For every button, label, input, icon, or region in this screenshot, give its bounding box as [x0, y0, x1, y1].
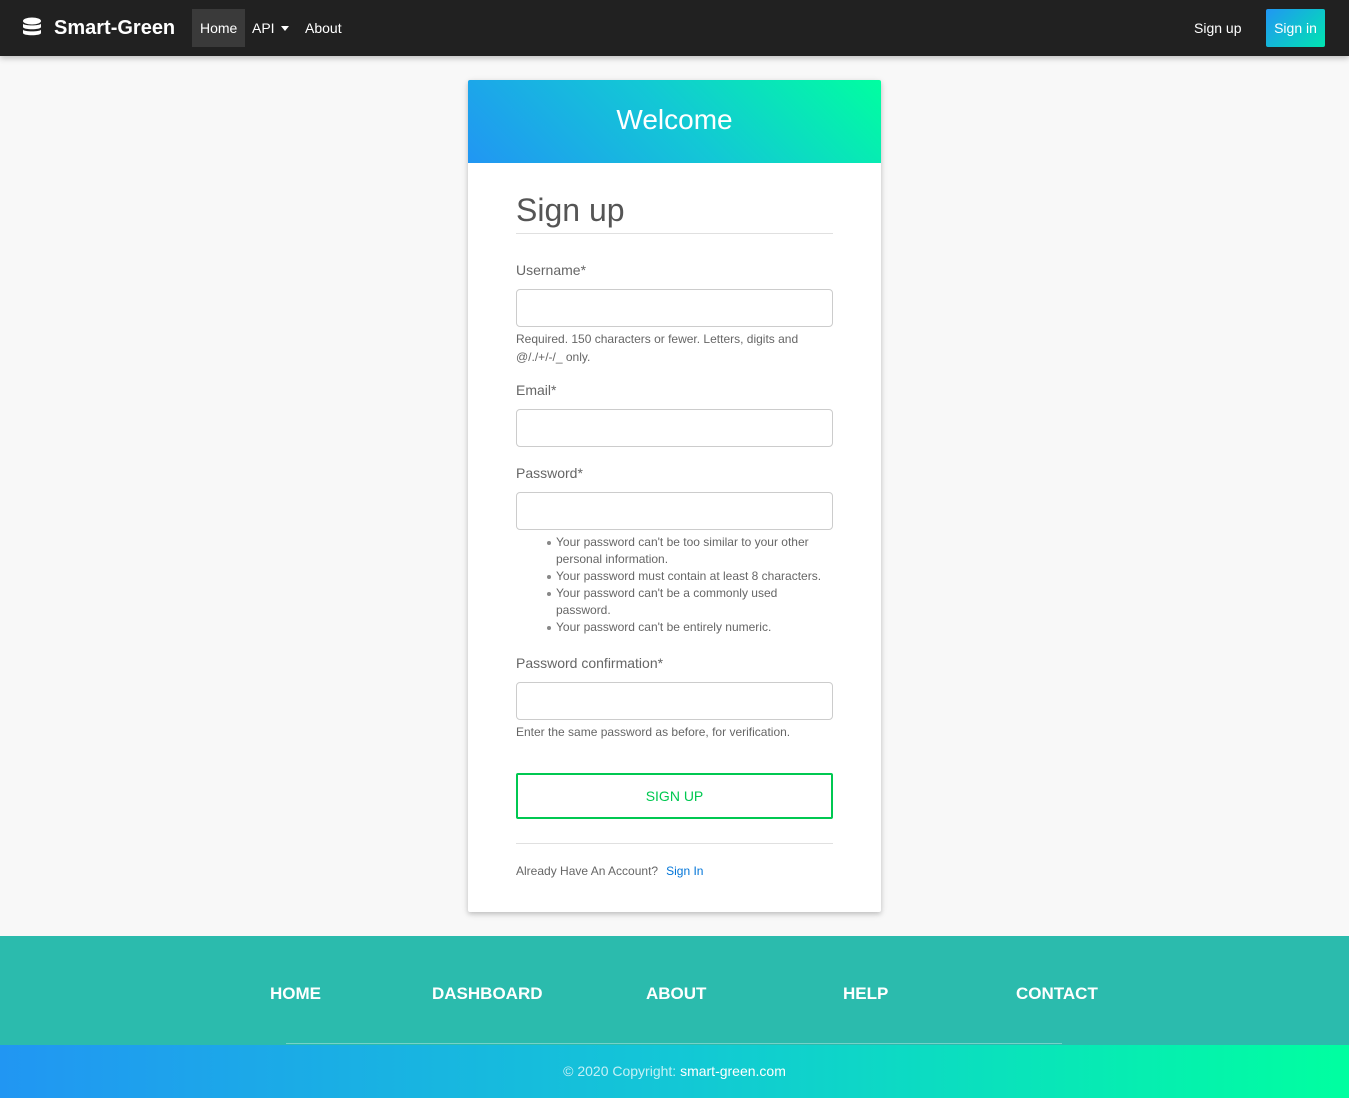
title-divider — [516, 233, 833, 234]
signin-link[interactable]: Sign In — [666, 864, 703, 878]
username-field[interactable] — [516, 289, 833, 327]
email-field[interactable] — [516, 409, 833, 447]
footer-link-help[interactable]: HELP — [843, 984, 888, 1004]
footer-link-about[interactable]: ABOUT — [646, 984, 706, 1004]
footer-link-dashboard[interactable]: DASHBOARD — [432, 984, 543, 1004]
password-rule: Your password can't be entirely numeric. — [547, 619, 833, 636]
password-label: Password* — [516, 465, 583, 481]
copyright-text: © 2020 Copyright: — [563, 1063, 677, 1079]
password-confirm-label: Password confirmation* — [516, 655, 664, 671]
copyright-bar: © 2020 Copyright: smart-green.com — [0, 1045, 1349, 1098]
nav-signup[interactable]: Sign up — [1186, 9, 1249, 47]
already-account-text: Already Have An Account? — [516, 864, 659, 878]
nav-signin-button[interactable]: Sign in — [1266, 9, 1325, 47]
email-label: Email* — [516, 382, 557, 398]
caret-down-icon — [280, 25, 289, 31]
nav-api-dropdown[interactable]: API — [244, 9, 297, 47]
card-header: Welcome — [468, 80, 881, 163]
footer-link-home[interactable]: HOME — [270, 984, 321, 1004]
brand[interactable]: Smart-Green — [22, 0, 175, 56]
nav-api-label: API — [252, 20, 275, 36]
brand-name: Smart-Green — [54, 16, 176, 39]
footer-link-contact[interactable]: CONTACT — [1016, 984, 1098, 1004]
footer-divider — [516, 843, 833, 844]
page-footer: HOME DASHBOARD ABOUT HELP CONTACT © 2020… — [0, 936, 1349, 1098]
password-rule: Your password must contain at least 8 ch… — [547, 568, 833, 585]
form-title: Sign up — [516, 192, 625, 228]
password-rule: Your password can't be a commonly used p… — [547, 585, 833, 619]
signup-card: Welcome Sign up Username* Required. 150 … — [468, 80, 881, 912]
username-help: Required. 150 characters or fewer. Lette… — [516, 332, 799, 364]
top-navbar: Smart-Green Home API About Sign up Sign … — [0, 0, 1349, 56]
nav-home[interactable]: Home — [192, 9, 246, 47]
password-confirm-help: Enter the same password as before, for v… — [516, 725, 791, 739]
username-label: Username* — [516, 262, 587, 278]
password-confirm-field[interactable] — [516, 682, 833, 720]
signup-form: Sign up Username* Required. 150 characte… — [516, 163, 833, 878]
nav-about[interactable]: About — [297, 9, 350, 47]
password-rule: Your password can't be too similar to yo… — [547, 534, 833, 568]
footer-divider-line — [286, 1043, 1062, 1044]
signup-submit-button[interactable]: SIGN UP — [516, 773, 833, 819]
already-account-row: Already Have An Account? Sign In — [516, 864, 833, 878]
database-icon — [23, 17, 41, 36]
copyright-site-link[interactable]: smart-green.com — [680, 1063, 786, 1079]
password-rules-list: Your password can't be too similar to yo… — [547, 534, 833, 636]
password-field[interactable] — [516, 492, 833, 530]
